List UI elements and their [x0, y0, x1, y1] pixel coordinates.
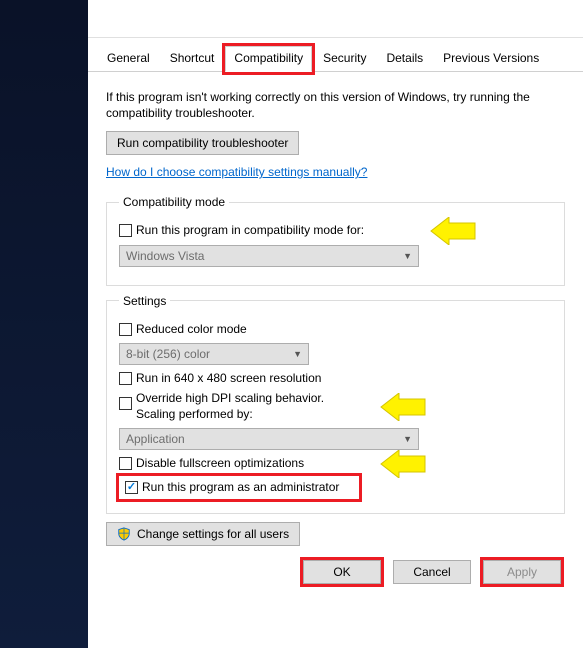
dialog-buttons: OK Cancel Apply	[106, 560, 565, 584]
tab-previous-versions[interactable]: Previous Versions	[434, 46, 548, 72]
tab-strip: General Shortcut Compatibility Security …	[88, 38, 583, 72]
annotation-arrow-icon	[429, 217, 477, 245]
annotation-arrow-icon	[379, 393, 427, 421]
dpi-scaling-value: Application	[126, 432, 185, 446]
compat-mode-combo-value: Windows Vista	[126, 249, 204, 263]
disable-fullscreen-checkbox[interactable]	[119, 457, 132, 470]
chevron-down-icon: ▼	[403, 434, 412, 444]
compatibility-mode-legend: Compatibility mode	[119, 195, 229, 209]
color-depth-value: 8-bit (256) color	[126, 347, 210, 361]
tab-shortcut[interactable]: Shortcut	[161, 46, 224, 72]
disable-fullscreen-label: Disable fullscreen optimizations	[136, 456, 304, 472]
chevron-down-icon: ▼	[403, 251, 412, 261]
run-as-admin-checkbox[interactable]	[125, 481, 138, 494]
dpi-scaling-combo[interactable]: Application ▼	[119, 428, 419, 450]
annotation-arrow-icon	[379, 450, 427, 478]
change-settings-all-users-button[interactable]: Change settings for all users	[106, 522, 300, 546]
settings-legend: Settings	[119, 294, 170, 308]
tab-general[interactable]: General	[98, 46, 159, 72]
cancel-button[interactable]: Cancel	[393, 560, 471, 584]
tab-compatibility[interactable]: Compatibility	[225, 46, 312, 72]
settings-group: Settings Reduced color mode 8-bit (256) …	[106, 294, 565, 515]
res-640-label: Run in 640 x 480 screen resolution	[136, 371, 321, 387]
shield-icon	[117, 527, 131, 541]
color-depth-combo[interactable]: 8-bit (256) color ▼	[119, 343, 309, 365]
change-settings-all-users-label: Change settings for all users	[137, 527, 289, 541]
res-640-checkbox[interactable]	[119, 372, 132, 385]
apply-button[interactable]: Apply	[483, 560, 561, 584]
ok-button[interactable]: OK	[303, 560, 381, 584]
titlebar	[88, 0, 583, 38]
reduced-color-label: Reduced color mode	[136, 322, 247, 338]
run-troubleshooter-button[interactable]: Run compatibility troubleshooter	[106, 131, 299, 155]
compat-mode-combo[interactable]: Windows Vista ▼	[119, 245, 419, 267]
tab-security[interactable]: Security	[314, 46, 375, 72]
desktop-background	[0, 0, 88, 648]
run-as-admin-label: Run this program as an administrator	[142, 480, 339, 496]
intro-text: If this program isn't working correctly …	[106, 90, 565, 121]
tab-details[interactable]: Details	[377, 46, 432, 72]
help-link[interactable]: How do I choose compatibility settings m…	[106, 165, 367, 179]
properties-dialog: General Shortcut Compatibility Security …	[88, 0, 583, 648]
compatibility-mode-group: Compatibility mode Run this program in c…	[106, 195, 565, 286]
dpi-override-label: Override high DPI scaling behavior. Scal…	[136, 391, 324, 422]
compat-mode-checkbox[interactable]	[119, 224, 132, 237]
chevron-down-icon: ▼	[293, 349, 302, 359]
reduced-color-checkbox[interactable]	[119, 323, 132, 336]
tab-panel-compatibility: If this program isn't working correctly …	[88, 71, 583, 596]
dpi-override-checkbox[interactable]	[119, 397, 132, 410]
compat-mode-label: Run this program in compatibility mode f…	[136, 223, 364, 239]
